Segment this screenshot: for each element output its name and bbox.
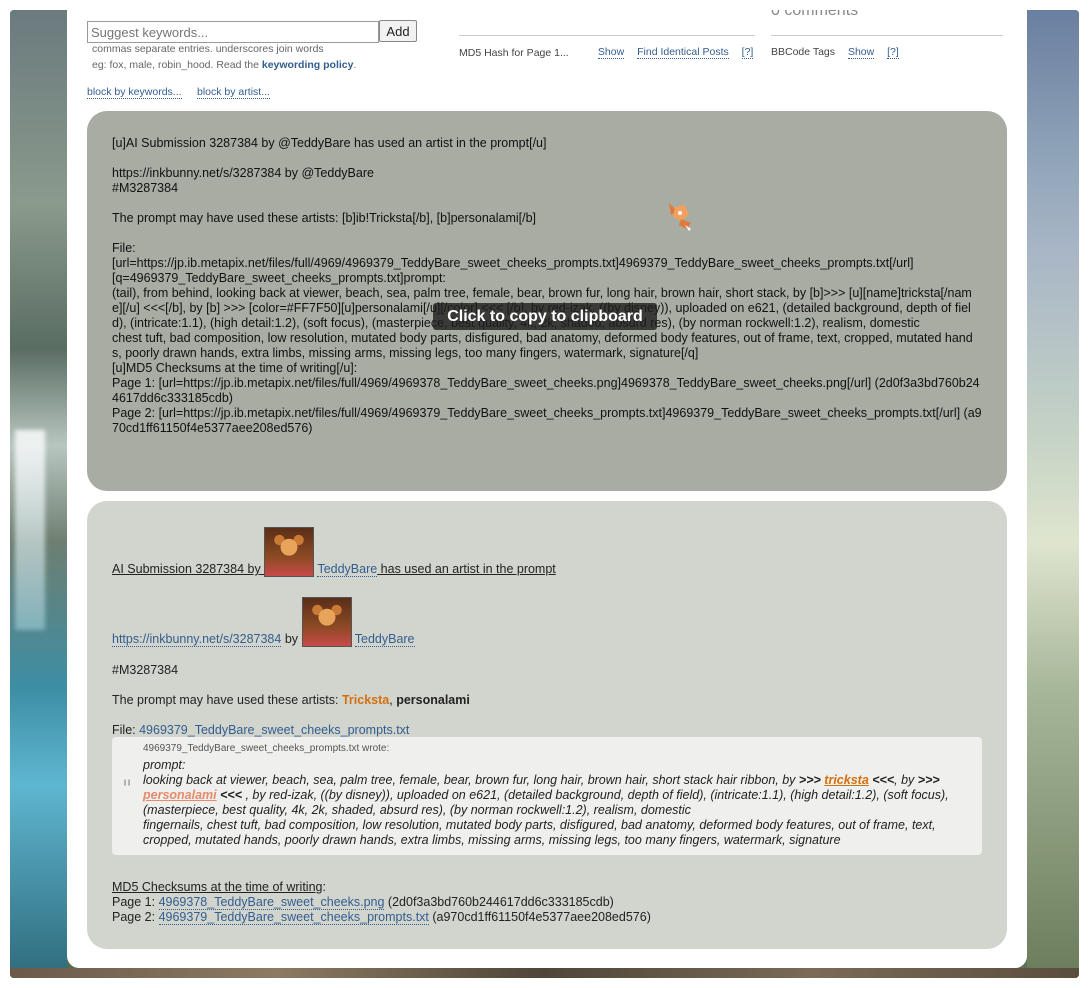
background-rock-strip (10, 968, 1079, 978)
bbcode-line: #M3287384 (112, 181, 179, 195)
md5-hash-label: MD5 Hash for Page 1... (459, 47, 569, 59)
prompt-marker: <<< (868, 773, 895, 787)
page1-label: Page 1: (112, 895, 159, 909)
fox-mascot-icon (669, 203, 691, 231)
md5-hash-row: MD5 Hash for Page 1... Show Find Identic… (459, 46, 754, 59)
quote-header: 4969379_TeddyBare_sweet_cheeks_prompts.t… (143, 743, 390, 754)
bbcode-help-link[interactable]: [?] (887, 46, 899, 59)
md5-page2-line: Page 2: 4969379_TeddyBare_sweet_cheeks_p… (112, 910, 992, 925)
submission-line: AI Submission 3287384 by TeddyBare has u… (112, 527, 992, 577)
submission-link-line: https://inkbunny.net/s/3287384 by TeddyB… (112, 597, 992, 647)
block-by-keywords-link[interactable]: block by keywords... (87, 86, 182, 99)
copy-to-clipboard-tooltip: Click to copy to clipboard (433, 303, 657, 330)
page2-label: Page 2: (112, 910, 159, 924)
quote-body: prompt: looking back at viewer, beach, s… (143, 758, 973, 848)
bbcode-tags-label: BBCode Tags (771, 46, 836, 58)
prompt-artist-personalami: personalami (143, 788, 217, 802)
bbcode-line: Page 1: [url=https://jp.ib.metapix.net/f… (112, 376, 980, 405)
block-by-artist-link[interactable]: block by artist... (197, 86, 270, 99)
divider (771, 35, 1003, 36)
page2-hash: (a970cd1ff61150f4e5377aee208ed576) (428, 910, 651, 924)
quote-negative-text: fingernails, chest tuft, bad composition… (143, 818, 936, 847)
bbcode-line: [u]AI Submission 3287384 by @TeddyBare h… (112, 136, 547, 150)
teddybare-avatar[interactable] (264, 527, 315, 577)
keywording-policy-link[interactable]: keywording policy (262, 59, 354, 71)
divider (459, 35, 755, 36)
keyword-example-suffix: . (353, 59, 357, 71)
artists-line: The prompt may have used these artists: … (112, 693, 992, 707)
prompt-marker: >>> (917, 773, 940, 787)
bbcode-show-link[interactable]: Show (847, 46, 875, 59)
teddybare-avatar[interactable] (301, 597, 352, 647)
bbcode-line: Page 2: [url=https://jp.ib.metapix.net/f… (112, 406, 982, 435)
md5-title-line: MD5 Checksums at the time of writing: (112, 880, 992, 894)
bbcode-raw-panel[interactable]: [u]AI Submission 3287384 by @TeddyBare h… (87, 111, 1007, 491)
md5-show-link[interactable]: Show (597, 46, 625, 59)
file-line: File: 4969379_TeddyBare_sweet_cheeks_pro… (112, 723, 992, 738)
keyword-hint: commas separate entries. underscores joi… (92, 43, 324, 55)
prompt-text-part: looking back at viewer, beach, sea, palm… (143, 773, 799, 787)
bbcode-line: chest tuft, bad composition, low resolut… (112, 331, 973, 360)
add-keyword-button[interactable]: Add (379, 20, 417, 42)
artists-prefix: The prompt may have used these artists: (112, 693, 342, 707)
prompt-quote-block: " 4969379_TeddyBare_sweet_cheeks_prompts… (112, 737, 982, 855)
teddybare-user-link[interactable]: TeddyBare (354, 632, 415, 647)
prompts-file-link[interactable]: 4969379_TeddyBare_sweet_cheeks_prompts.t… (139, 723, 410, 738)
bbcode-line: [u]MD5 Checksums at the time of writing[… (112, 361, 358, 375)
file-label: File: (112, 723, 140, 737)
comments-count: 0 comments (771, 10, 859, 19)
teddybare-user-link[interactable]: TeddyBare (317, 562, 378, 577)
submission-url-link[interactable]: https://inkbunny.net/s/3287384 (112, 632, 282, 647)
bbcode-rendered-panel: AI Submission 3287384 by TeddyBare has u… (87, 501, 1007, 949)
md5-page1-line: Page 1: 4969378_TeddyBare_sweet_cheeks.p… (112, 895, 992, 910)
quote-prompt-label: prompt: (143, 758, 186, 772)
keyword-example-hint: eg: fox, male, robin_hood. Read the keyw… (92, 59, 356, 71)
browser-viewport: Add commas separate entries. underscores… (10, 10, 1079, 978)
bbcode-line: [url=https://jp.ib.metapix.net/files/ful… (112, 256, 914, 270)
md5-colon: : (322, 880, 326, 894)
hashtag: #M3287384 (112, 663, 179, 677)
prompt-marker: <<< (216, 788, 243, 802)
prompt-text-part: , by (894, 773, 918, 787)
prompt-marker: >>> (798, 773, 825, 787)
bbcode-tags-row: BBCode Tags Show [?] (771, 46, 899, 59)
page1-file-link[interactable]: 4969378_TeddyBare_sweet_cheeks.png (158, 895, 385, 910)
by-text: by (281, 632, 302, 646)
prompt-text-part: , by red-izak, ((by disney)), uploaded o… (143, 788, 949, 817)
find-identical-posts-link[interactable]: Find Identical Posts (637, 46, 729, 59)
keyword-example-text: eg: fox, male, robin_hood. Read the (92, 59, 262, 71)
page2-file-link[interactable]: 4969379_TeddyBare_sweet_cheeks_prompts.t… (158, 910, 429, 925)
bbcode-line: https://inkbunny.net/s/3287384 by @Teddy… (112, 166, 374, 180)
background-meadow-scene (1027, 10, 1079, 978)
artist-tricksta-link[interactable]: Tricksta (342, 693, 389, 707)
bbcode-line: The prompt may have used these artists: … (112, 211, 537, 225)
background-waterfall-scene (10, 10, 67, 978)
bbcode-line: File: (112, 241, 136, 255)
content-page: Add commas separate entries. underscores… (67, 10, 1027, 968)
page1-hash: (2d0f3a3bd760b244617dd6c333185cdb) (384, 895, 614, 909)
quote-mark-icon: " (122, 777, 133, 802)
suggest-keywords-input[interactable] (87, 21, 379, 43)
md5-help-link[interactable]: [?] (741, 46, 754, 59)
bbcode-line: [q=4969379_TeddyBare_sweet_cheeks_prompt… (112, 271, 446, 285)
artist-personalami: personalami (396, 693, 470, 707)
waterfall-highlight (15, 430, 45, 630)
bbcode-raw-text[interactable]: [u]AI Submission 3287384 by @TeddyBare h… (112, 136, 982, 436)
submission-prefix: AI Submission 3287384 by (112, 562, 265, 576)
md5-title: MD5 Checksums at the time of writing (112, 880, 323, 894)
prompt-artist-tricksta: tricksta (824, 773, 869, 787)
quote-prompt-text: looking back at viewer, beach, sea, palm… (143, 773, 973, 818)
submission-suffix: has used an artist in the prompt (377, 562, 556, 576)
